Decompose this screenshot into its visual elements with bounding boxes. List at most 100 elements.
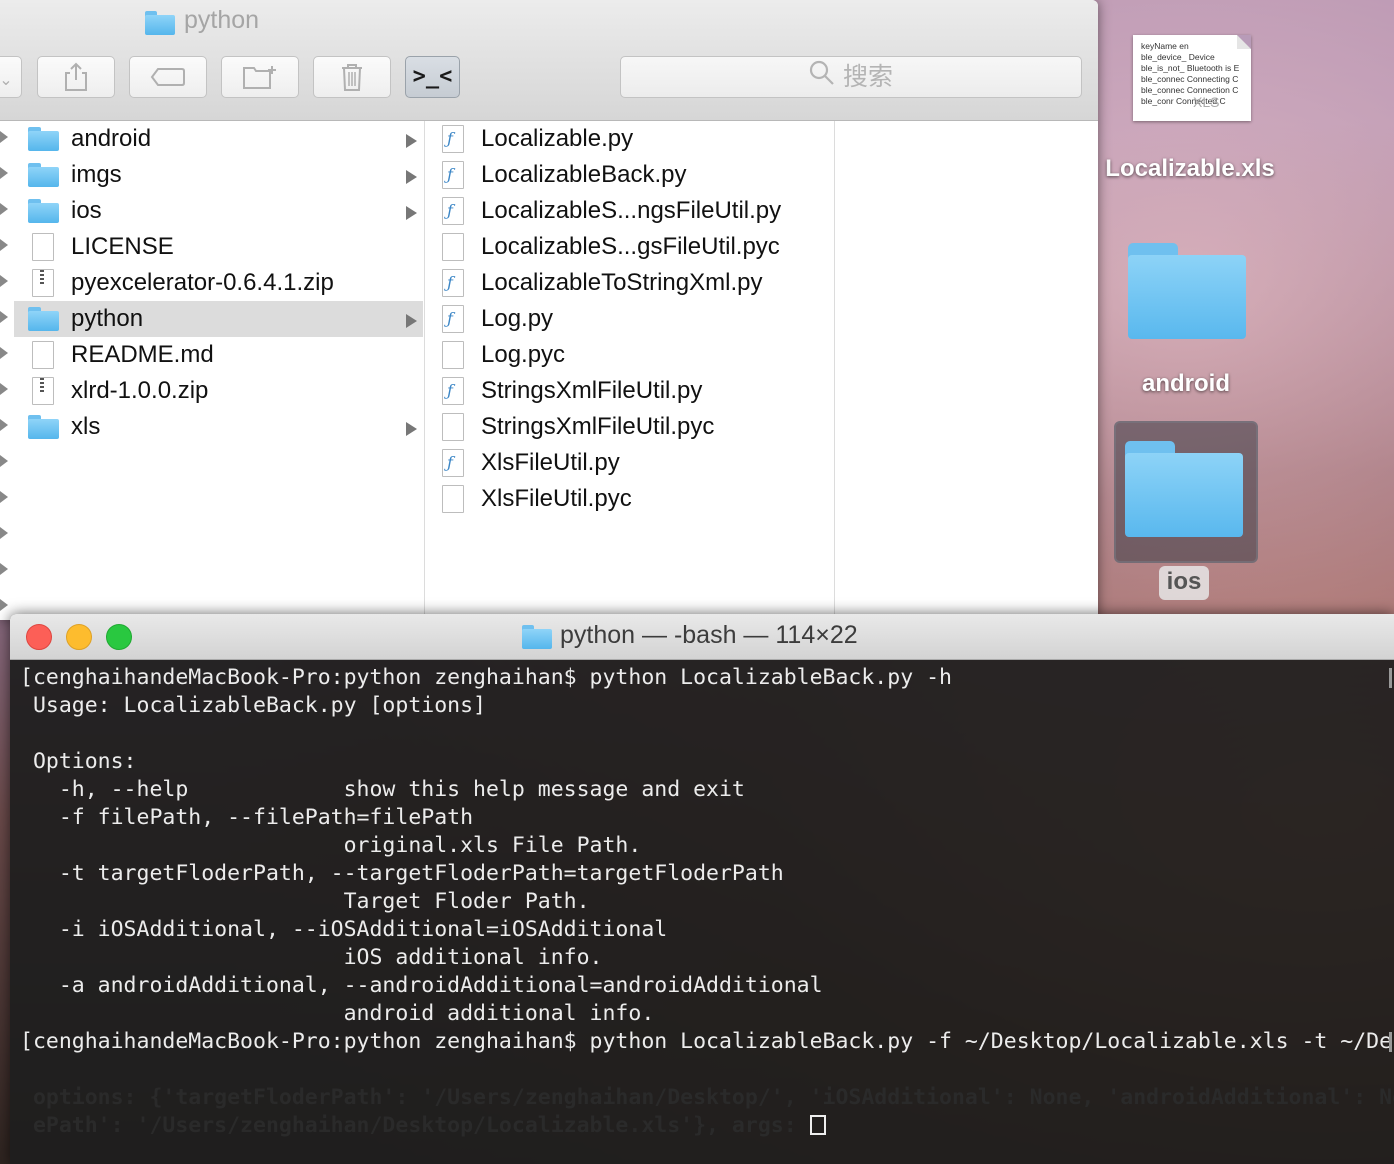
search-icon [809,58,835,98]
column-arrow [0,527,8,539]
ios-folder-label[interactable]: ios [1159,568,1209,596]
finder-column-parent: android imgs ios LICENSE pyexcelerator-0… [0,121,425,620]
terminal-window: python — -bash — 114×22 [cenghaihandeMac… [10,614,1394,1164]
terminal-line: iOS additional info. [20,945,603,970]
list-item-file[interactable]: ƒ Localizable.py [425,121,834,157]
list-item-file[interactable]: ƒ StringsXmlFileUtil.py [425,373,834,409]
terminal-line: [cenghaihandeMacBook-Pro:python zenghaih… [20,665,952,690]
terminal-line-text: ePath': '/Users/zenghaihan/Desktop/Local… [20,1113,810,1138]
trash-icon [342,64,362,91]
zoom-window-button[interactable] [106,624,132,650]
xls-file-thumbnail[interactable]: keyName en ble_device_ Device ble_is_not… [1133,35,1251,121]
terminal-line: -f filePath, --filePath=filePath [20,805,474,830]
column-arrow [0,347,8,359]
list-item-ios[interactable]: ios [14,193,423,229]
new-folder-button[interactable] [221,56,299,98]
column-arrow [0,491,8,503]
ios-folder-icon[interactable] [1125,441,1245,539]
document-icon [32,341,54,369]
share-icon [65,62,87,91]
search-placeholder: 搜索 [842,62,893,91]
list-item-license[interactable]: LICENSE [14,229,423,265]
list-item-imgs[interactable]: imgs [14,157,423,193]
list-item-file[interactable]: StringsXmlFileUtil.pyc [425,409,834,445]
python-file-icon: ƒ [442,161,464,189]
view-dropdown-button[interactable]: ⌄ [0,56,22,98]
zip-file-icon [32,377,54,405]
terminal-line: Options: [20,749,137,774]
disclosure-arrow-icon [406,314,417,328]
zip-file-icon [32,269,54,297]
column-arrow [0,455,8,467]
list-item-pyexcelerator-zip[interactable]: pyexcelerator-0.6.4.1.zip [14,265,423,301]
page-corner [1237,35,1251,49]
trash-button[interactable] [313,56,391,98]
column-arrow [0,167,8,179]
close-window-button[interactable] [26,624,52,650]
column-arrow [0,419,8,431]
xls-preview-line: ble_connec Connection C [1141,85,1239,95]
column-arrow [0,275,8,287]
document-icon [442,485,464,513]
share-button[interactable] [37,56,115,98]
list-item-readme[interactable]: README.md [14,337,423,373]
xls-preview-line: ble_connec Connecting C [1141,74,1239,84]
terminal-output[interactable]: [cenghaihandeMacBook-Pro:python zenghaih… [10,664,1394,1164]
list-item-file[interactable]: ƒ LocalizableToStringXml.py [425,265,834,301]
android-folder-label[interactable]: android [1110,370,1262,398]
list-item-xls[interactable]: xls [14,409,423,445]
list-item-android[interactable]: android [14,121,423,157]
list-item-xlrd-zip[interactable]: xlrd-1.0.0.zip [14,373,423,409]
finder-column-empty[interactable] [835,121,1098,620]
document-icon [32,233,54,261]
document-icon [442,233,464,261]
terminal-line: -t targetFloderPath, --targetFloderPath=… [20,861,784,886]
finder-toolbar: python ⌄ >_< 搜索 [0,0,1098,121]
column-arrow [0,599,8,611]
android-folder-icon[interactable] [1128,243,1248,341]
terminal-line: options: {'targetFloderPath': '/Users/ze… [20,1085,1394,1110]
document-icon [442,341,464,369]
python-file-icon: ƒ [442,449,464,477]
terminal-line: Usage: LocalizableBack.py [options] [20,693,486,718]
tag-button[interactable] [129,56,207,98]
list-item-file[interactable]: XlsFileUtil.pyc [425,481,834,517]
column-arrow [0,563,8,575]
list-item-python[interactable]: python [14,301,423,337]
terminal-titlebar: python — -bash — 114×22 [10,614,1394,660]
terminal-line: [cenghaihandeMacBook-Pro:python zenghaih… [20,1029,1394,1054]
xls-watermark: XLS [1193,94,1220,110]
search-field[interactable]: 搜索 [620,56,1082,98]
scroll-marker [1389,668,1392,688]
terminal-line: original.xls File Path. [20,833,642,858]
column-arrow [0,311,8,323]
open-terminal-button[interactable]: >_< [405,56,460,98]
disclosure-arrow-icon [406,170,417,184]
terminal-icon: >_< [412,64,453,89]
python-file-icon: ƒ [442,125,464,153]
terminal-line: android additional info. [20,1001,655,1026]
python-file-icon: ƒ [442,305,464,333]
list-item-file[interactable]: ƒ LocalizableBack.py [425,157,834,193]
list-item-file[interactable]: Log.pyc [425,337,834,373]
list-item-file[interactable]: ƒ XlsFileUtil.py [425,445,834,481]
minimize-window-button[interactable] [66,624,92,650]
finder-column-python: ƒ Localizable.py ƒ LocalizableBack.py ƒ … [425,121,835,620]
column-arrow [0,203,8,215]
new-folder-icon [243,66,276,89]
xls-preview-line: ble_device_ Device [1141,52,1215,62]
disclosure-arrow-icon [406,422,417,436]
xls-file-label[interactable]: Localizable.xls [1100,155,1280,183]
xls-preview-line: ble_is_not_ Bluetooth is E [1141,63,1240,73]
terminal-line-last: ePath': '/Users/zenghaihan/Desktop/Local… [20,1112,826,1140]
window-title: python [184,6,260,34]
terminal-line: Target Floder Path. [20,889,590,914]
chevron-down-icon: ⌄ [0,70,13,89]
xls-preview-line: ble_conr Connected C [1141,96,1226,106]
list-item-file[interactable]: ƒ Log.py [425,301,834,337]
list-item-file[interactable]: ƒ LocalizableS...ngsFileUtil.py [425,193,834,229]
disclosure-arrow-icon [406,206,417,220]
python-file-icon: ƒ [442,197,464,225]
list-item-file[interactable]: LocalizableS...gsFileUtil.pyc [425,229,834,265]
python-file-icon: ƒ [442,269,464,297]
